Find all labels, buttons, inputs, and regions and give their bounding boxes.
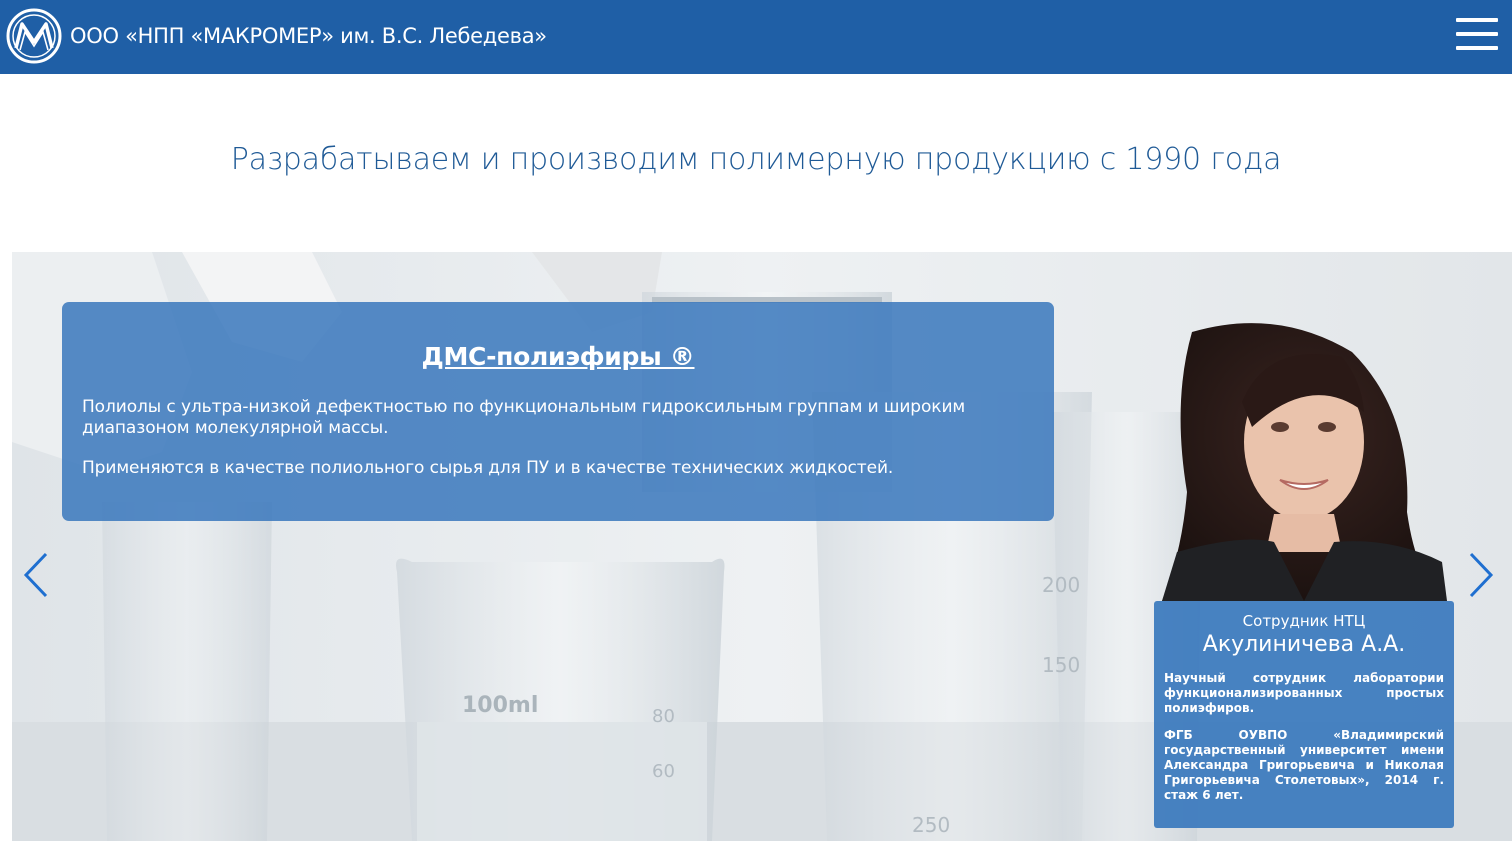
staff-role: Сотрудник НТЦ — [1242, 612, 1366, 630]
staff-card: Сотрудник НТЦ Акулиничева А.А. Научный с… — [1154, 601, 1454, 828]
company-name[interactable]: ООО «НПП «МАКРОМЕР» им. В.С. Лебедева» — [70, 24, 547, 48]
svg-text:250: 250 — [912, 813, 950, 837]
page-tagline: Разрабатываем и производим полимерную пр… — [230, 142, 1282, 177]
product-info-card: ДМС-полиэфиры ® Полиолы с ультра-низкой … — [62, 302, 1054, 521]
chevron-left-icon[interactable] — [22, 552, 52, 598]
product-description: Полиолы с ультра-низкой дефектностью по … — [82, 397, 966, 438]
product-slider: 100ml 200 150 250 80 60 ДМС-полиэфиры ® … — [12, 252, 1512, 841]
staff-name: Акулиничева А.А. — [1202, 632, 1406, 657]
svg-text:80: 80 — [652, 706, 675, 727]
makromer-logo-icon[interactable] — [6, 8, 62, 64]
product-application: Применяются в качестве полиольного сырья… — [82, 458, 894, 478]
svg-text:100ml: 100ml — [462, 693, 538, 718]
hamburger-menu-icon[interactable] — [1456, 18, 1498, 50]
product-title-link[interactable]: ДМС-полиэфиры ® — [82, 342, 1034, 371]
svg-text:200: 200 — [1042, 573, 1080, 597]
chevron-right-icon[interactable] — [1465, 552, 1495, 598]
svg-text:150: 150 — [1042, 653, 1080, 677]
staff-education: ФГБ ОУВПО «Владимирский государственный … — [1164, 728, 1444, 802]
staff-position: Научный сотрудник лаборатории функционал… — [1164, 671, 1444, 715]
svg-text:60: 60 — [652, 761, 675, 782]
site-header: ООО «НПП «МАКРОМЕР» им. В.С. Лебедева» — [0, 0, 1512, 74]
